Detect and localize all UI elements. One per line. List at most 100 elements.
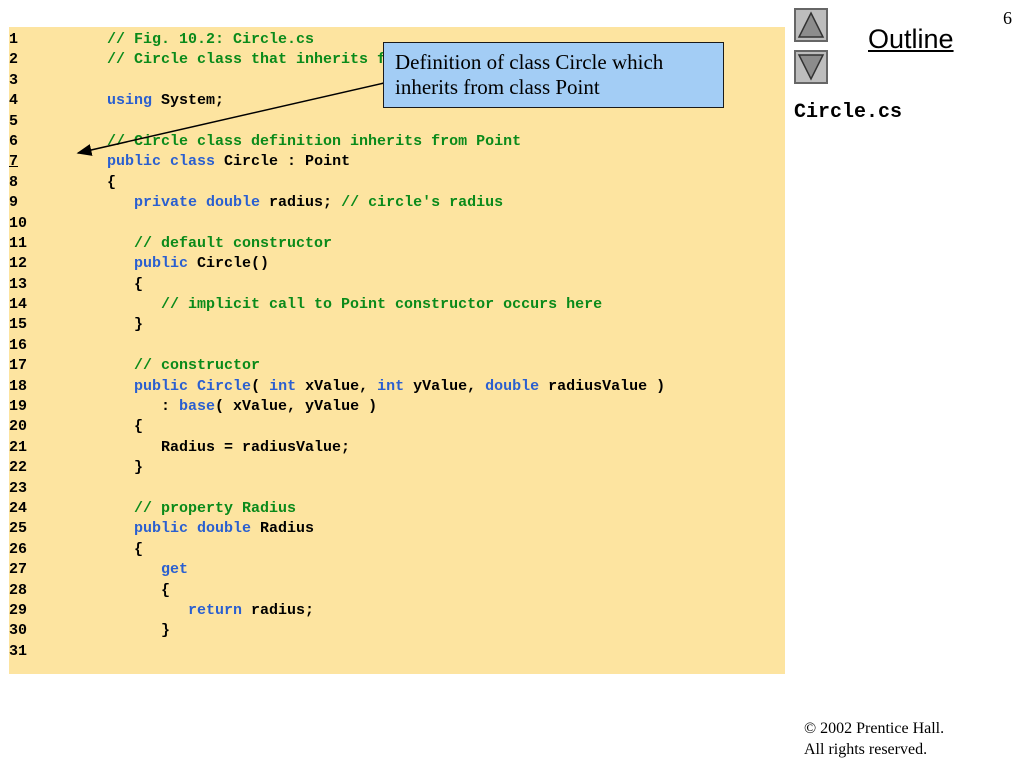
code-token: // default constructor xyxy=(134,234,333,252)
code-line: 28 { xyxy=(9,581,665,601)
line-number: 10 xyxy=(9,214,28,232)
line-number: 29 xyxy=(9,601,28,619)
code-token: int xyxy=(269,377,297,395)
code-line: 5 xyxy=(9,112,665,132)
code-token: : xyxy=(71,398,180,416)
line-number: 15 xyxy=(9,316,28,334)
triangle-down-icon xyxy=(797,54,825,81)
code-line: 20 { xyxy=(9,417,665,437)
code-token: // Circle class definition inherits from… xyxy=(107,132,522,150)
code-line: 16 xyxy=(9,336,665,356)
copyright-line-1: © 2002 Prentice Hall. xyxy=(804,720,945,737)
code-token: { xyxy=(71,581,171,599)
code-line: 6 // Circle class definition inherits fr… xyxy=(9,132,665,152)
line-number: 9 xyxy=(9,194,19,212)
code-token: Circle() xyxy=(188,255,270,273)
code-token: // implicit call to Point constructor oc… xyxy=(161,296,603,314)
previous-slide-button[interactable] xyxy=(794,8,828,42)
line-number: 28 xyxy=(9,581,28,599)
line-number: 27 xyxy=(9,561,28,579)
code-token: } xyxy=(71,316,144,334)
code-token: base xyxy=(179,398,216,416)
code-token: Circle : Point xyxy=(215,153,351,171)
code-listing: 1 // Fig. 10.2: Circle.cs 2 // Circle cla… xyxy=(9,30,665,662)
code-line: 22 } xyxy=(9,458,665,478)
code-token: xValue, xyxy=(296,377,378,395)
code-line: 12 public Circle() xyxy=(9,254,665,274)
code-line: 15 } xyxy=(9,315,665,335)
line-number: 30 xyxy=(9,622,28,640)
line-number: 7 xyxy=(9,153,19,171)
code-token: return xyxy=(188,601,243,619)
line-number: 21 xyxy=(9,438,28,456)
code-token: ( xValue, yValue ) xyxy=(215,398,378,416)
line-number: 3 xyxy=(9,71,19,89)
outline-link[interactable]: Outline xyxy=(868,24,954,55)
code-token: // Fig. 10.2: Circle.cs xyxy=(107,31,315,48)
code-token: public double xyxy=(134,520,252,538)
callout-text: Definition of class Circle which inherit… xyxy=(395,50,664,99)
code-token: public class xyxy=(107,153,216,171)
line-number: 12 xyxy=(9,255,28,273)
copyright-line-2: All rights reserved. xyxy=(804,741,928,758)
code-line: 29 return radius; xyxy=(9,601,665,621)
line-number: 6 xyxy=(9,132,19,150)
code-token: } xyxy=(71,459,144,477)
code-line: 24 // property Radius xyxy=(9,499,665,519)
line-number: 22 xyxy=(9,459,28,477)
line-number: 2 xyxy=(9,51,19,69)
line-number: 13 xyxy=(9,275,28,293)
code-token: Radius xyxy=(251,520,315,538)
file-name: Circle.cs xyxy=(794,101,903,124)
code-line: 13 { xyxy=(9,275,665,295)
line-number: 31 xyxy=(9,642,28,660)
code-line: 14 // implicit call to Point constructor… xyxy=(9,295,665,315)
line-number: 4 xyxy=(9,92,19,110)
code-token: { xyxy=(71,418,144,436)
code-token: using xyxy=(107,92,153,110)
next-slide-button[interactable] xyxy=(794,50,828,84)
code-token: { xyxy=(71,173,117,191)
copyright: © 2002 Prentice Hall. All rights reserve… xyxy=(804,718,944,760)
code-token: { xyxy=(71,275,144,293)
line-number: 20 xyxy=(9,418,28,436)
code-token: radiusValue ) xyxy=(539,377,666,395)
code-token: // property Radius xyxy=(134,499,297,517)
code-token: double xyxy=(485,377,540,395)
code-line: 25 public double Radius xyxy=(9,519,665,539)
code-line: 26 { xyxy=(9,540,665,560)
code-line: 30 } xyxy=(9,621,665,641)
code-line: 9 private double radius; // circle's rad… xyxy=(9,193,665,213)
code-token: get xyxy=(161,561,189,579)
line-number: 16 xyxy=(9,336,28,354)
line-number: 8 xyxy=(9,173,19,191)
line-number: 26 xyxy=(9,540,28,558)
code-token: ( xyxy=(251,377,270,395)
line-number: 24 xyxy=(9,499,28,517)
code-line: 21 Radius = radiusValue; xyxy=(9,438,665,458)
triangle-up-icon xyxy=(797,11,825,38)
code-token: Radius = radiusValue; xyxy=(71,438,351,456)
code-line: 27 get xyxy=(9,560,665,580)
line-number: 17 xyxy=(9,357,28,375)
code-token: public xyxy=(134,377,189,395)
code-token: int xyxy=(377,377,405,395)
code-token: } xyxy=(71,622,171,640)
line-number: 5 xyxy=(9,112,19,130)
code-token: private double xyxy=(134,194,261,212)
code-line: 31 xyxy=(9,642,665,662)
code-line: 8 { xyxy=(9,173,665,193)
